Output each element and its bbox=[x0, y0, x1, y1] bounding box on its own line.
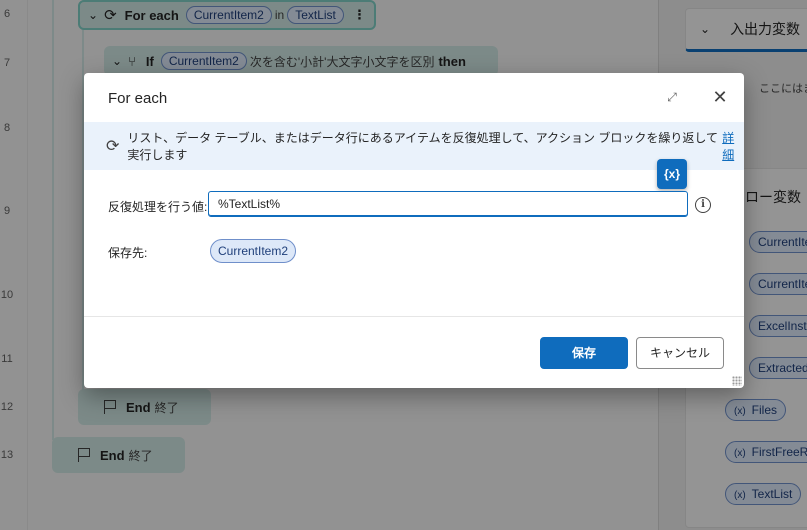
resize-grip-icon[interactable] bbox=[732, 376, 742, 386]
variable-picker-button[interactable]: {x} bbox=[657, 159, 687, 189]
save-to-label: 保存先: bbox=[108, 246, 148, 260]
expand-icon[interactable]: ⤢ bbox=[664, 89, 680, 105]
save-button[interactable]: 保存 bbox=[540, 337, 628, 369]
save-to-variable[interactable]: CurrentItem2 bbox=[210, 239, 297, 263]
loop-icon: ⟳ bbox=[106, 138, 120, 155]
learn-more-link[interactable]: 詳細 bbox=[722, 129, 744, 163]
close-icon[interactable]: ✕ bbox=[711, 88, 729, 106]
iterate-value-label: 反復処理を行う値: bbox=[108, 200, 208, 214]
iterate-value-input[interactable]: %TextList% bbox=[208, 191, 688, 217]
cancel-button[interactable]: キャンセル bbox=[636, 337, 724, 369]
dialog-title: For each bbox=[108, 90, 168, 107]
info-icon[interactable]: i bbox=[695, 197, 711, 213]
for-each-dialog: For each ⤢ ✕ ⟳ リスト、データ テーブル、またはデータ行にあるアイ… bbox=[84, 73, 744, 388]
info-text: リスト、データ テーブル、またはデータ行にあるアイテムを反復処理して、アクション… bbox=[127, 131, 718, 162]
info-bar: ⟳ リスト、データ テーブル、またはデータ行にあるアイテムを反復処理して、アクシ… bbox=[84, 122, 744, 170]
footer-divider bbox=[84, 316, 744, 317]
